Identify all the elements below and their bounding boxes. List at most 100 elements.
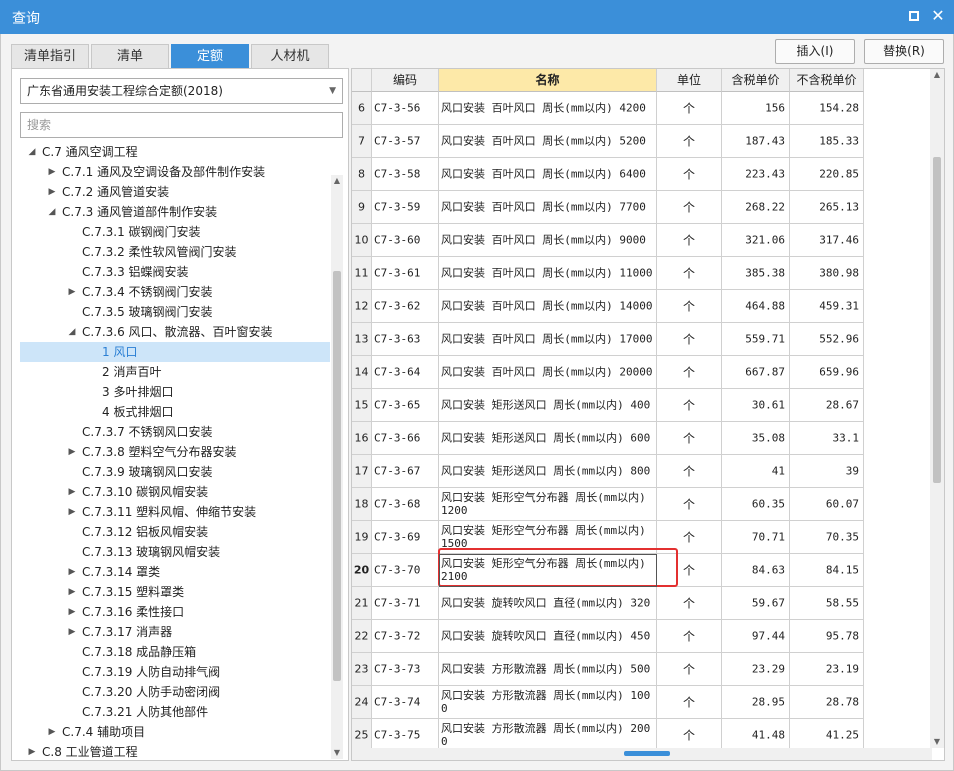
tree-node[interactable]: 1 风口 xyxy=(20,342,330,362)
row-index[interactable]: 9 xyxy=(352,191,372,224)
expand-triangle-icon[interactable]: ▶ xyxy=(66,602,78,622)
expand-triangle-icon[interactable]: ▶ xyxy=(66,282,78,302)
tree-node[interactable]: C.7.3.13 玻璃钢风帽安装 xyxy=(20,542,330,562)
row-unit[interactable]: 个 xyxy=(657,488,722,521)
row-unit[interactable]: 个 xyxy=(657,323,722,356)
row-unit[interactable]: 个 xyxy=(657,653,722,686)
row-tax-price[interactable]: 41 xyxy=(722,455,790,488)
table-scrollbar-thumb[interactable] xyxy=(933,157,941,483)
row-name[interactable]: 风口安装 旋转吹风口 直径(mm以内) 450 xyxy=(439,620,657,653)
column-header-unit[interactable]: 单位 xyxy=(657,69,722,92)
row-unit[interactable]: 个 xyxy=(657,290,722,323)
row-unit[interactable]: 个 xyxy=(657,158,722,191)
row-notax-price[interactable]: 380.98 xyxy=(790,257,864,290)
row-name[interactable]: 风口安装 百叶风口 周长(mm以内) 14000 xyxy=(439,290,657,323)
tree-node[interactable]: 2 消声百叶 xyxy=(20,362,330,382)
tab-bill[interactable]: 清单 xyxy=(91,44,169,70)
row-index[interactable]: 23 xyxy=(352,653,372,686)
row-notax-price[interactable]: 185.33 xyxy=(790,125,864,158)
row-name[interactable]: 风口安装 百叶风口 周长(mm以内) 20000 xyxy=(439,356,657,389)
expand-triangle-icon[interactable]: ▶ xyxy=(46,162,58,182)
row-name[interactable]: 风口安装 方形散流器 周长(mm以内) 500 xyxy=(439,653,657,686)
row-unit[interactable]: 个 xyxy=(657,587,722,620)
row-index[interactable]: 11 xyxy=(352,257,372,290)
row-notax-price[interactable]: 317.46 xyxy=(790,224,864,257)
tree-node[interactable]: ▶ C.8 工业管道工程 xyxy=(20,742,330,760)
row-notax-price[interactable]: 265.13 xyxy=(790,191,864,224)
row-index[interactable]: 8 xyxy=(352,158,372,191)
tree-scrollbar-thumb[interactable] xyxy=(333,271,341,681)
row-notax-price[interactable]: 60.07 xyxy=(790,488,864,521)
row-name[interactable]: 风口安装 矩形送风口 周长(mm以内) 400 xyxy=(439,389,657,422)
table-horizontal-scrollbar-thumb[interactable] xyxy=(624,751,670,756)
row-unit[interactable]: 个 xyxy=(657,191,722,224)
row-name[interactable]: 风口安装 方形散流器 周长(mm以内) 1000 xyxy=(439,686,657,719)
row-notax-price[interactable]: 95.78 xyxy=(790,620,864,653)
tree-node[interactable]: ▶ C.7.3.11 塑料风帽、伸缩节安装 xyxy=(20,502,330,522)
row-tax-price[interactable]: 464.88 xyxy=(722,290,790,323)
tree-node[interactable]: ▶ C.7.3.16 柔性接口 xyxy=(20,602,330,622)
row-name[interactable]: 风口安装 百叶风口 周长(mm以内) 17000 xyxy=(439,323,657,356)
expand-triangle-icon[interactable]: ▶ xyxy=(66,582,78,602)
expand-triangle-icon[interactable]: ▶ xyxy=(26,742,38,760)
row-tax-price[interactable]: 23.29 xyxy=(722,653,790,686)
row-tax-price[interactable]: 97.44 xyxy=(722,620,790,653)
row-code[interactable]: C7-3-56 xyxy=(372,92,439,125)
row-code[interactable]: C7-3-57 xyxy=(372,125,439,158)
row-index[interactable]: 21 xyxy=(352,587,372,620)
tree-node[interactable]: ▶ C.7.3.8 塑料空气分布器安装 xyxy=(20,442,330,462)
row-code[interactable]: C7-3-68 xyxy=(372,488,439,521)
tree-node[interactable]: ▶ C.7.3.4 不锈钢阀门安装 xyxy=(20,282,330,302)
row-name[interactable]: 风口安装 百叶风口 周长(mm以内) 6400 xyxy=(439,158,657,191)
row-tax-price[interactable]: 223.43 xyxy=(722,158,790,191)
maximize-button[interactable] xyxy=(906,8,922,24)
replace-button[interactable]: 替换(R) xyxy=(864,39,944,64)
tree-node[interactable]: C.7.3.20 人防手动密闭阀 xyxy=(20,682,330,702)
row-unit[interactable]: 个 xyxy=(657,224,722,257)
row-index[interactable]: 12 xyxy=(352,290,372,323)
row-tax-price[interactable]: 667.87 xyxy=(722,356,790,389)
row-notax-price[interactable]: 552.96 xyxy=(790,323,864,356)
row-tax-price[interactable]: 385.38 xyxy=(722,257,790,290)
expand-triangle-icon[interactable]: ▶ xyxy=(66,482,78,502)
collapse-triangle-icon[interactable]: ◢ xyxy=(26,142,38,162)
row-tax-price[interactable]: 321.06 xyxy=(722,224,790,257)
row-notax-price[interactable]: 28.67 xyxy=(790,389,864,422)
tab-bill-guide[interactable]: 清单指引 xyxy=(11,44,89,70)
tree-node[interactable]: ▶ C.7.3.17 消声器 xyxy=(20,622,330,642)
row-index[interactable]: 22 xyxy=(352,620,372,653)
scroll-down-icon[interactable]: ▼ xyxy=(331,747,343,759)
row-notax-price[interactable]: 28.78 xyxy=(790,686,864,719)
row-code[interactable]: C7-3-66 xyxy=(372,422,439,455)
scroll-up-icon[interactable]: ▲ xyxy=(930,69,944,81)
row-tax-price[interactable]: 268.22 xyxy=(722,191,790,224)
tree-node[interactable]: ▶ C.7.3.14 罩类 xyxy=(20,562,330,582)
row-code[interactable]: C7-3-61 xyxy=(372,257,439,290)
row-code[interactable]: C7-3-72 xyxy=(372,620,439,653)
tree-node[interactable]: ◢ C.7 通风空调工程 xyxy=(20,142,330,162)
row-index[interactable]: 18 xyxy=(352,488,372,521)
collapse-triangle-icon[interactable]: ◢ xyxy=(46,202,58,222)
column-header-notax-price[interactable]: 不含税单价 xyxy=(790,69,864,92)
row-notax-price[interactable]: 84.15 xyxy=(790,554,864,587)
tab-quota[interactable]: 定额 xyxy=(171,44,249,70)
row-notax-price[interactable]: 33.1 xyxy=(790,422,864,455)
tree-scrollbar[interactable]: ▲ ▼ xyxy=(331,175,343,759)
row-name[interactable]: 风口安装 旋转吹风口 直径(mm以内) 320 xyxy=(439,587,657,620)
row-index[interactable]: 15 xyxy=(352,389,372,422)
row-index[interactable]: 14 xyxy=(352,356,372,389)
tree-node[interactable]: ▶ C.7.3.15 塑料罩类 xyxy=(20,582,330,602)
row-index[interactable]: 13 xyxy=(352,323,372,356)
tree-node[interactable]: ▶ C.7.1 通风及空调设备及部件制作安装 xyxy=(20,162,330,182)
row-tax-price[interactable]: 156 xyxy=(722,92,790,125)
row-tax-price[interactable]: 59.67 xyxy=(722,587,790,620)
row-unit[interactable]: 个 xyxy=(657,257,722,290)
row-code[interactable]: C7-3-58 xyxy=(372,158,439,191)
row-notax-price[interactable]: 220.85 xyxy=(790,158,864,191)
tree-node[interactable]: C.7.3.12 铝板风帽安装 xyxy=(20,522,330,542)
tree-node[interactable]: C.7.3.2 柔性软风管阀门安装 xyxy=(20,242,330,262)
row-unit[interactable]: 个 xyxy=(657,455,722,488)
row-index[interactable]: 16 xyxy=(352,422,372,455)
tree-node[interactable]: ▶ C.7.4 辅助项目 xyxy=(20,722,330,742)
row-tax-price[interactable]: 35.08 xyxy=(722,422,790,455)
